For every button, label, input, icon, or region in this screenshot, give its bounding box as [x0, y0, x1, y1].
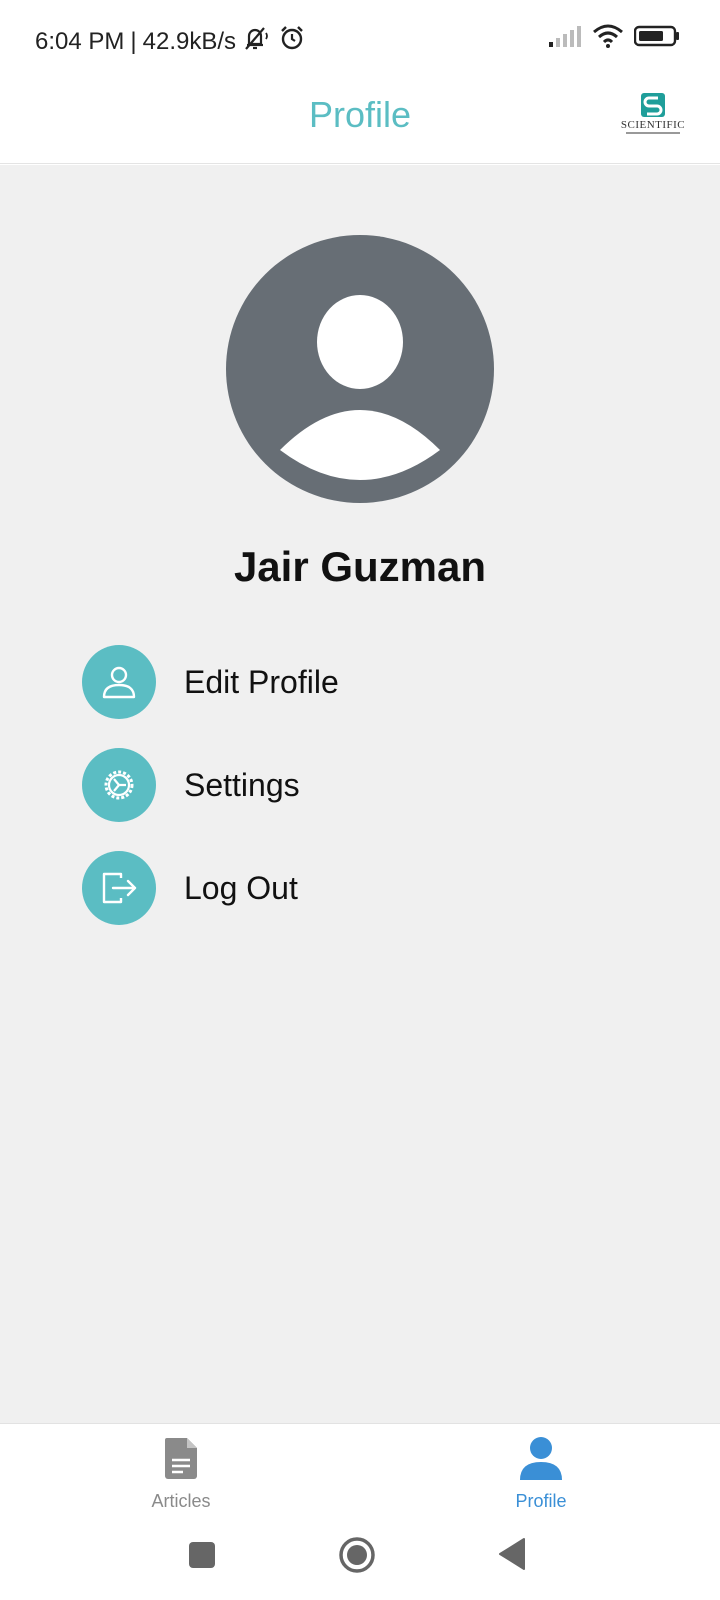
profile-menu: Edit Profile Settings Log Out: [82, 645, 339, 954]
person-icon: [520, 1437, 562, 1480]
edit-profile-item[interactable]: Edit Profile: [82, 645, 339, 719]
tab-articles-label: Articles: [151, 1491, 211, 1511]
tab-profile[interactable]: Profile: [471, 1436, 611, 1512]
battery-icon: [633, 25, 680, 52]
status-left: 6:04 PM | 42.9kB/s: [35, 24, 306, 59]
alarm-icon: [278, 24, 306, 59]
avatar: [226, 235, 494, 503]
brand-logo: SCIENTIFIC: [616, 92, 690, 138]
tab-articles[interactable]: Articles: [111, 1436, 251, 1512]
logout-item[interactable]: Log Out: [82, 851, 339, 925]
settings-item[interactable]: Settings: [82, 748, 339, 822]
circle-icon: [339, 1537, 375, 1573]
status-right: [548, 24, 680, 53]
status-separator: |: [130, 27, 137, 55]
default-avatar-icon: [226, 235, 494, 503]
user-name: Jair Guzman: [233, 543, 487, 590]
logo-tagline-mark: [626, 132, 680, 134]
status-network-speed: 42.9kB/s: [142, 27, 237, 55]
back-button[interactable]: [498, 1537, 526, 1576]
logo-text: SCIENTIFIC: [620, 119, 686, 131]
logout-label: Log Out: [184, 869, 298, 906]
recents-button[interactable]: [188, 1541, 216, 1574]
logout-icon: [82, 851, 156, 925]
document-icon: [165, 1438, 197, 1479]
logo-mark-icon: [641, 93, 665, 117]
app-header: Profile SCIENTIFIC: [0, 78, 720, 164]
system-nav: [0, 1519, 720, 1600]
settings-label: Settings: [184, 766, 300, 803]
profile-content: Jair Guzman Edit Profile Settings Log Ou…: [0, 165, 720, 1423]
page-title: Profile: [308, 94, 412, 135]
edit-profile-label: Edit Profile: [184, 663, 339, 700]
status-time: 6:04 PM: [35, 27, 125, 55]
wifi-icon: [592, 24, 624, 53]
signal-icon: [548, 25, 582, 52]
bottom-nav: Articles Profile: [0, 1423, 720, 1519]
notifications-off-icon: [240, 24, 270, 59]
tab-profile-label: Profile: [515, 1491, 567, 1511]
status-bar: 6:04 PM | 42.9kB/s: [0, 0, 720, 78]
user-icon: [82, 645, 156, 719]
gear-icon: [82, 748, 156, 822]
back-triangle-icon: [499, 1538, 525, 1570]
square-icon: [189, 1542, 215, 1568]
home-button[interactable]: [338, 1536, 376, 1579]
